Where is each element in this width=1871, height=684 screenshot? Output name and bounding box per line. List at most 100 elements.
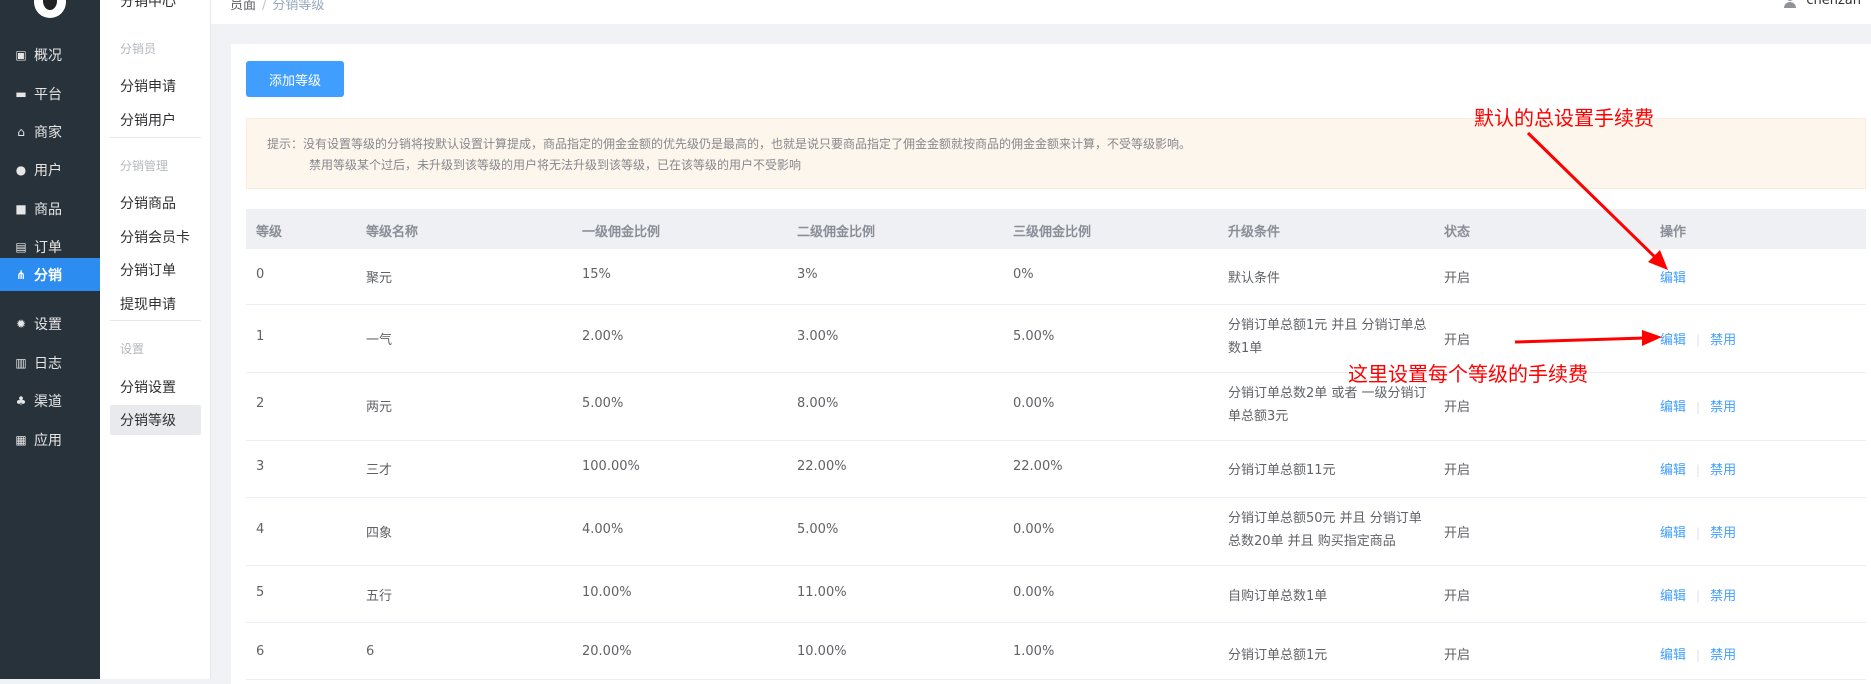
avatar[interactable]	[34, 0, 66, 18]
nav-item-distribution[interactable]: ⋔ 分销	[0, 258, 100, 291]
cell-rate1: 10.00%	[582, 585, 632, 600]
action-separator: |	[1696, 589, 1701, 603]
order-icon: ▤	[15, 240, 27, 254]
submenu-item-users[interactable]: 分销用户	[120, 110, 176, 130]
nav-item-apps[interactable]: ▦ 应用	[0, 420, 100, 460]
dashboard-icon: ▣	[15, 48, 27, 62]
submenu-item-goods[interactable]: 分销商品	[120, 193, 176, 213]
cell-rate1: 15%	[582, 267, 611, 282]
cell-rate2: 5.00%	[797, 522, 839, 537]
submenu-title: 分销中心	[120, 0, 176, 10]
cell-rate3: 0%	[1013, 267, 1034, 282]
username: chenzan	[1806, 0, 1861, 8]
breadcrumb-home[interactable]: 员面	[230, 0, 256, 13]
cell-rate3: 5.00%	[1013, 329, 1055, 344]
user-menu[interactable]: chenzan	[1784, 0, 1861, 8]
breadcrumb-separator: /	[262, 0, 267, 13]
edit-link[interactable]: 编辑	[1660, 589, 1686, 604]
submenu-divider	[110, 320, 201, 321]
nav-item-users[interactable]: ● 用户	[0, 150, 100, 190]
cell-rate3: 0.00%	[1013, 522, 1055, 537]
edit-link[interactable]: 编辑	[1660, 333, 1686, 348]
row-actions: 编辑 | 禁用	[1660, 329, 1736, 348]
action-separator: |	[1696, 648, 1701, 662]
table-row: 1 一气 2.00% 3.00% 5.00% 分销订单总额1元 并且 分销订单总…	[246, 305, 1866, 373]
cell-rate2: 22.00%	[797, 459, 847, 474]
submenu-item-settings[interactable]: 分销设置	[120, 377, 176, 397]
nav-item-merchant[interactable]: ⌂ 商家	[0, 112, 100, 152]
cell-rate3: 1.00%	[1013, 644, 1055, 659]
cell-level: 1	[256, 329, 265, 344]
col-header-actions: 操作	[1660, 225, 1687, 240]
action-separator: |	[1696, 526, 1701, 540]
submenu-item-member-card[interactable]: 分销会员卡	[120, 227, 190, 247]
nav-item-logs[interactable]: ▥ 日志	[0, 343, 100, 383]
cell-condition: 分销订单总数2单 或者 一级分销订单总额3元	[1228, 386, 1427, 424]
main-sidebar: ▣ 概况 ▬ 平台 ⌂ 商家 ● 用户 ■ 商品 ▤ 订单 ⋔ 分销 ✹ 设置 …	[0, 0, 100, 679]
nav-item-label: 商家	[34, 125, 62, 141]
col-header-rate2: 二级佣金比例	[797, 225, 876, 240]
edit-link[interactable]: 编辑	[1660, 463, 1686, 478]
nav-item-goods[interactable]: ■ 商品	[0, 189, 100, 229]
nav-item-overview[interactable]: ▣ 概况	[0, 35, 100, 75]
row-actions: 编辑 | 禁用	[1660, 396, 1736, 415]
col-header-status: 状态	[1444, 225, 1471, 240]
cell-condition: 分销订单总额50元 并且 分销订单总数20单 并且 购买指定商品	[1228, 511, 1422, 549]
cell-name: 聚元	[366, 271, 393, 286]
edit-link[interactable]: 编辑	[1660, 648, 1686, 663]
edit-link[interactable]: 编辑	[1660, 271, 1686, 286]
submenu-item-levels[interactable]: 分销等级	[120, 410, 176, 430]
apps-icon: ▦	[15, 433, 27, 447]
cell-name: 四象	[366, 526, 393, 541]
cell-condition: 自购订单总数1单	[1228, 589, 1328, 604]
row-actions: 编辑 | 禁用	[1660, 644, 1736, 663]
channel-icon: ♣	[15, 394, 27, 408]
cell-rate1: 100.00%	[582, 459, 640, 474]
cell-status: 开启	[1444, 589, 1471, 604]
distribution-submenu: 分销中心 分销员 分销申请 分销用户 分销管理 分销商品 分销会员卡 分销订单 …	[100, 0, 211, 679]
edit-link[interactable]: 编辑	[1660, 400, 1686, 415]
submenu-divider	[110, 137, 201, 138]
cell-status: 开启	[1444, 648, 1471, 663]
cell-status: 开启	[1444, 463, 1471, 478]
table-row: 0 聚元 15% 3% 0% 默认条件 开启 编辑	[246, 249, 1866, 305]
disable-link[interactable]: 禁用	[1710, 526, 1736, 541]
log-icon: ▥	[15, 356, 27, 370]
edit-link[interactable]: 编辑	[1660, 526, 1686, 541]
table-row: 5 五行 10.00% 11.00% 0.00% 自购订单总数1单 开启 编辑 |…	[246, 566, 1866, 623]
cell-status: 开启	[1444, 526, 1471, 541]
store-icon: ⌂	[17, 125, 25, 139]
cell-rate1: 20.00%	[582, 644, 632, 659]
row-actions: 编辑 | 禁用	[1660, 459, 1736, 478]
tip-line-2: 禁用等级某个过后，未升级到该等级的用户将无法升级到该等级，已在该等级的用户不受影…	[309, 158, 802, 172]
nav-item-label: 渠道	[34, 394, 62, 410]
cell-rate2: 8.00%	[797, 396, 839, 411]
user-icon: ●	[15, 163, 27, 177]
submenu-group-distributor: 分销员	[120, 42, 157, 56]
disable-link[interactable]: 禁用	[1710, 463, 1736, 478]
nav-item-channel[interactable]: ♣ 渠道	[0, 381, 100, 421]
submenu-group-settings: 设置	[120, 342, 145, 356]
cell-rate2: 3.00%	[797, 329, 839, 344]
col-header-condition: 升级条件	[1228, 225, 1281, 240]
tip-line-1: 提示：没有设置等级的分销将按默认设置计算提成，商品指定的佣金金额的优先级仍是最高…	[267, 137, 1192, 151]
disable-link[interactable]: 禁用	[1710, 589, 1736, 604]
nav-item-platform[interactable]: ▬ 平台	[0, 74, 100, 114]
breadcrumb: 员面 / 分销等级	[230, 0, 324, 13]
row-actions: 编辑 | 禁用	[1660, 522, 1736, 541]
disable-link[interactable]: 禁用	[1710, 400, 1736, 415]
cell-rate3: 0.00%	[1013, 396, 1055, 411]
cell-rate1: 5.00%	[582, 396, 624, 411]
cell-level: 4	[256, 522, 265, 537]
cell-rate1: 2.00%	[582, 329, 624, 344]
cell-condition: 分销订单总额1元 并且 分销订单总数1单	[1228, 318, 1427, 356]
disable-link[interactable]: 禁用	[1710, 333, 1736, 348]
submenu-item-orders[interactable]: 分销订单	[120, 260, 176, 280]
add-level-button[interactable]: 添加等级	[246, 61, 344, 97]
nav-item-settings[interactable]: ✹ 设置	[0, 304, 100, 344]
nav-item-label: 用户	[34, 163, 62, 179]
submenu-item-withdraw[interactable]: 提现申请	[120, 294, 176, 314]
cell-name: 一气	[366, 333, 393, 348]
submenu-item-apply[interactable]: 分销申请	[120, 76, 176, 96]
disable-link[interactable]: 禁用	[1710, 648, 1736, 663]
